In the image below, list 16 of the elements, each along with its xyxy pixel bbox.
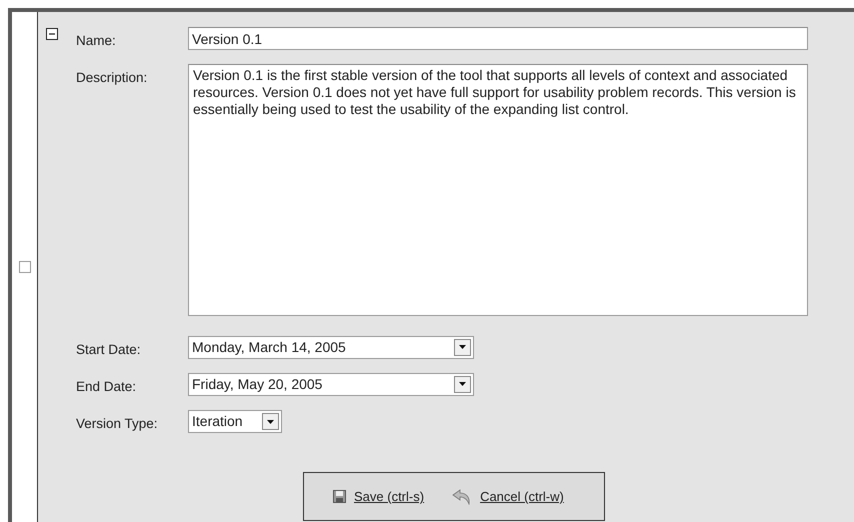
field-label: Version Type: <box>76 415 159 433</box>
field-label: Start Date: <box>76 340 142 358</box>
description-field[interactable]: Version 0.1 is the first stable version of the tool that supports all levels of context and associated resources. Version 0.1 does not yet have full support for usability problem records. This version is essentially being used to test the usability of the expanding list control. <box>188 64 808 316</box>
type-dropdown[interactable]: Iteration <box>188 410 282 433</box>
date-picker[interactable]: Monday, March 14, 2005 <box>188 336 474 358</box>
collapse-icon[interactable] <box>46 28 58 40</box>
name-field[interactable]: Version 0.1 <box>188 27 808 50</box>
save-link[interactable]: Save (ctrl-s) <box>354 487 424 506</box>
save-icon[interactable] <box>333 490 346 504</box>
row-checkbox[interactable] <box>18 261 30 273</box>
undo-arrow-icon[interactable] <box>452 488 472 505</box>
field-label: Description: <box>76 69 148 88</box>
cancel-link[interactable]: Cancel (ctrl-w) <box>480 487 564 506</box>
date-picker[interactable]: Friday, May 20, 2005 <box>188 372 474 396</box>
field-label: End Date: <box>76 378 138 396</box>
field-label: Name: <box>76 32 117 50</box>
